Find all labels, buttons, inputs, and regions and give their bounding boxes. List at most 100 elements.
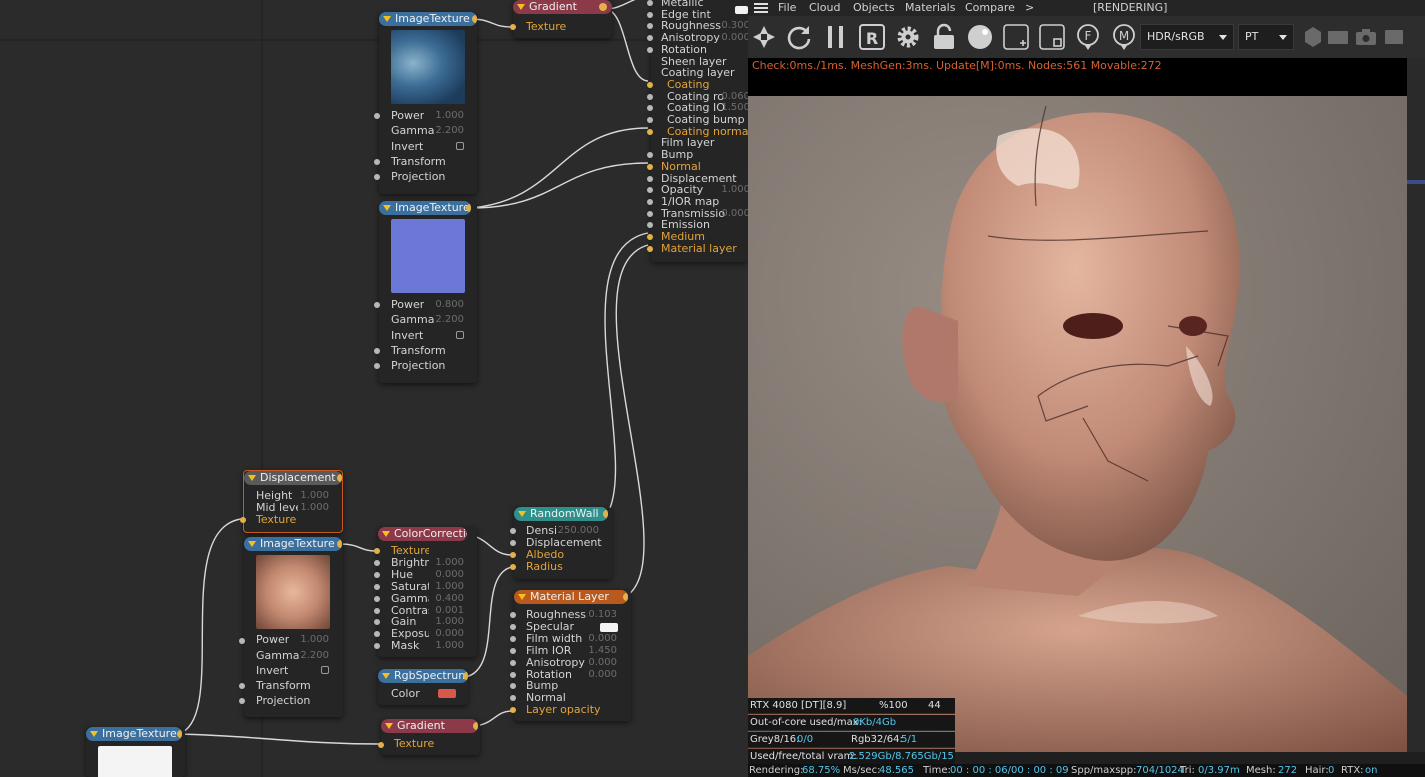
input-port[interactable] — [239, 683, 245, 689]
subtract-region-icon[interactable] — [1038, 23, 1066, 51]
material-sphere-icon[interactable] — [966, 23, 994, 51]
input-port[interactable] — [510, 683, 516, 690]
kernel-select[interactable]: PT — [1238, 24, 1294, 50]
collapse-triangle-icon[interactable] — [383, 16, 391, 22]
material-node[interactable]: Metallic Edge tint Roughness 0.300 Anisotrop… — [647, 0, 752, 262]
input-port[interactable] — [374, 302, 380, 308]
input-port[interactable] — [647, 35, 653, 42]
input-port[interactable] — [647, 210, 653, 217]
gradient-node-top[interactable]: Gradient Texture — [510, 0, 612, 38]
focus-pick-icon[interactable]: F — [1074, 23, 1102, 51]
input-port[interactable] — [647, 11, 653, 18]
input-port[interactable] — [510, 707, 516, 714]
material-layer-node[interactable]: Material Layer Roughness 0.103 Specular Fil… — [510, 590, 631, 721]
menu-cloud[interactable]: Cloud — [809, 1, 840, 15]
output-port[interactable] — [337, 540, 342, 548]
input-port[interactable] — [647, 245, 653, 252]
node-header[interactable]: RgbSpectrum — [378, 669, 468, 683]
param-value[interactable]: 1.000 — [423, 557, 464, 569]
output-port[interactable] — [599, 3, 607, 11]
param-value[interactable]: 2.200 — [424, 125, 464, 137]
input-port[interactable] — [510, 528, 516, 534]
edge-tint-swatch[interactable] — [735, 6, 748, 14]
input-port[interactable] — [510, 24, 516, 30]
input-port[interactable] — [647, 117, 653, 123]
input-port[interactable] — [374, 174, 380, 180]
image-texture-node-1[interactable]: ImageTexture Power 1.000 Gamma 2.200 Inv… — [374, 12, 477, 194]
node-header[interactable]: Displacement — [244, 471, 342, 485]
param-value[interactable]: 0.800 — [424, 299, 464, 311]
param-value[interactable]: 2.200 — [289, 650, 329, 662]
node-header[interactable]: Gradient — [513, 0, 612, 14]
menu-compare[interactable]: Compare — [965, 1, 1015, 15]
input-port[interactable] — [647, 187, 653, 194]
param-value[interactable]: 0.000 — [706, 208, 750, 220]
output-port[interactable] — [466, 204, 471, 212]
input-port[interactable] — [510, 623, 516, 630]
input-port[interactable] — [510, 552, 516, 558]
param-value[interactable]: 0.400 — [423, 593, 464, 605]
input-port[interactable] — [374, 595, 380, 602]
input-port[interactable] — [647, 163, 653, 170]
input-port[interactable] — [510, 659, 516, 666]
specular-swatch[interactable] — [600, 623, 618, 632]
input-port[interactable] — [378, 742, 384, 748]
color-correction-node[interactable]: ColorCorrection TextureBrightne1.000Hue0… — [374, 527, 477, 657]
invert-checkbox[interactable] — [456, 331, 464, 339]
input-port[interactable] — [510, 695, 516, 702]
menu-objects[interactable]: Objects — [853, 1, 895, 15]
lock-icon[interactable] — [930, 23, 958, 51]
param-value[interactable]: 0.103 — [569, 609, 617, 621]
random-walk-medium-node[interactable]: RandomWalkMedium Densi 250.000 Displacem… — [510, 507, 612, 579]
collapse-triangle-icon[interactable] — [518, 511, 526, 517]
input-port[interactable] — [647, 198, 653, 205]
menu-materials[interactable]: Materials — [905, 1, 955, 15]
refresh-icon[interactable] — [785, 23, 813, 51]
node-header[interactable]: ImageTexture — [379, 12, 477, 26]
input-port[interactable] — [510, 671, 516, 678]
hexagon-icon[interactable] — [1299, 23, 1327, 51]
displacement-node[interactable]: Displacement Height 1.000 Mid leve 1.000… — [240, 470, 343, 533]
output-port[interactable] — [337, 474, 342, 482]
input-port[interactable] — [647, 46, 653, 53]
camera-icon[interactable] — [1352, 23, 1380, 51]
render-image[interactable] — [748, 96, 1407, 752]
input-port[interactable] — [374, 583, 380, 590]
param-value[interactable]: 0.000 — [569, 657, 617, 669]
input-port[interactable] — [374, 619, 380, 626]
node-header[interactable]: ImageTexture — [86, 727, 182, 741]
collapse-triangle-icon[interactable] — [382, 673, 390, 679]
settings-gear-icon[interactable] — [894, 23, 922, 51]
aperture-icon[interactable] — [750, 23, 778, 51]
node-header[interactable]: Material Layer — [514, 590, 628, 604]
tonemap-select[interactable]: HDR/sRGB — [1140, 24, 1234, 50]
input-port[interactable] — [374, 113, 380, 119]
param-value[interactable]: 2.200 — [424, 314, 464, 326]
menu-more[interactable]: > — [1025, 1, 1034, 15]
input-port[interactable] — [647, 152, 653, 159]
gradient-node-bottom[interactable]: Gradient Texture — [378, 719, 480, 755]
input-port[interactable] — [647, 81, 653, 88]
input-port[interactable] — [374, 643, 380, 650]
input-port[interactable] — [374, 607, 380, 614]
output-port[interactable] — [463, 672, 468, 680]
rgb-spectrum-node[interactable]: RgbSpectrum Color — [378, 669, 468, 705]
collapse-triangle-icon[interactable] — [518, 594, 526, 600]
input-port[interactable] — [510, 635, 516, 642]
input-port[interactable] — [239, 638, 245, 644]
output-port[interactable] — [472, 15, 477, 23]
region-render-icon[interactable]: R — [858, 23, 886, 51]
input-port[interactable] — [510, 540, 516, 546]
input-port[interactable] — [374, 363, 380, 369]
input-port[interactable] — [374, 559, 380, 566]
input-port[interactable] — [239, 698, 245, 704]
collapse-triangle-icon[interactable] — [382, 531, 390, 537]
param-value[interactable]: 1.000 — [423, 581, 464, 593]
color-swatch[interactable] — [438, 689, 456, 698]
output-port[interactable] — [473, 722, 478, 730]
film-icon[interactable] — [1324, 23, 1352, 51]
node-header[interactable]: Gradient — [381, 719, 478, 733]
input-port[interactable] — [647, 23, 653, 30]
hamburger-menu-icon[interactable] — [754, 3, 768, 13]
input-port[interactable] — [647, 105, 653, 112]
